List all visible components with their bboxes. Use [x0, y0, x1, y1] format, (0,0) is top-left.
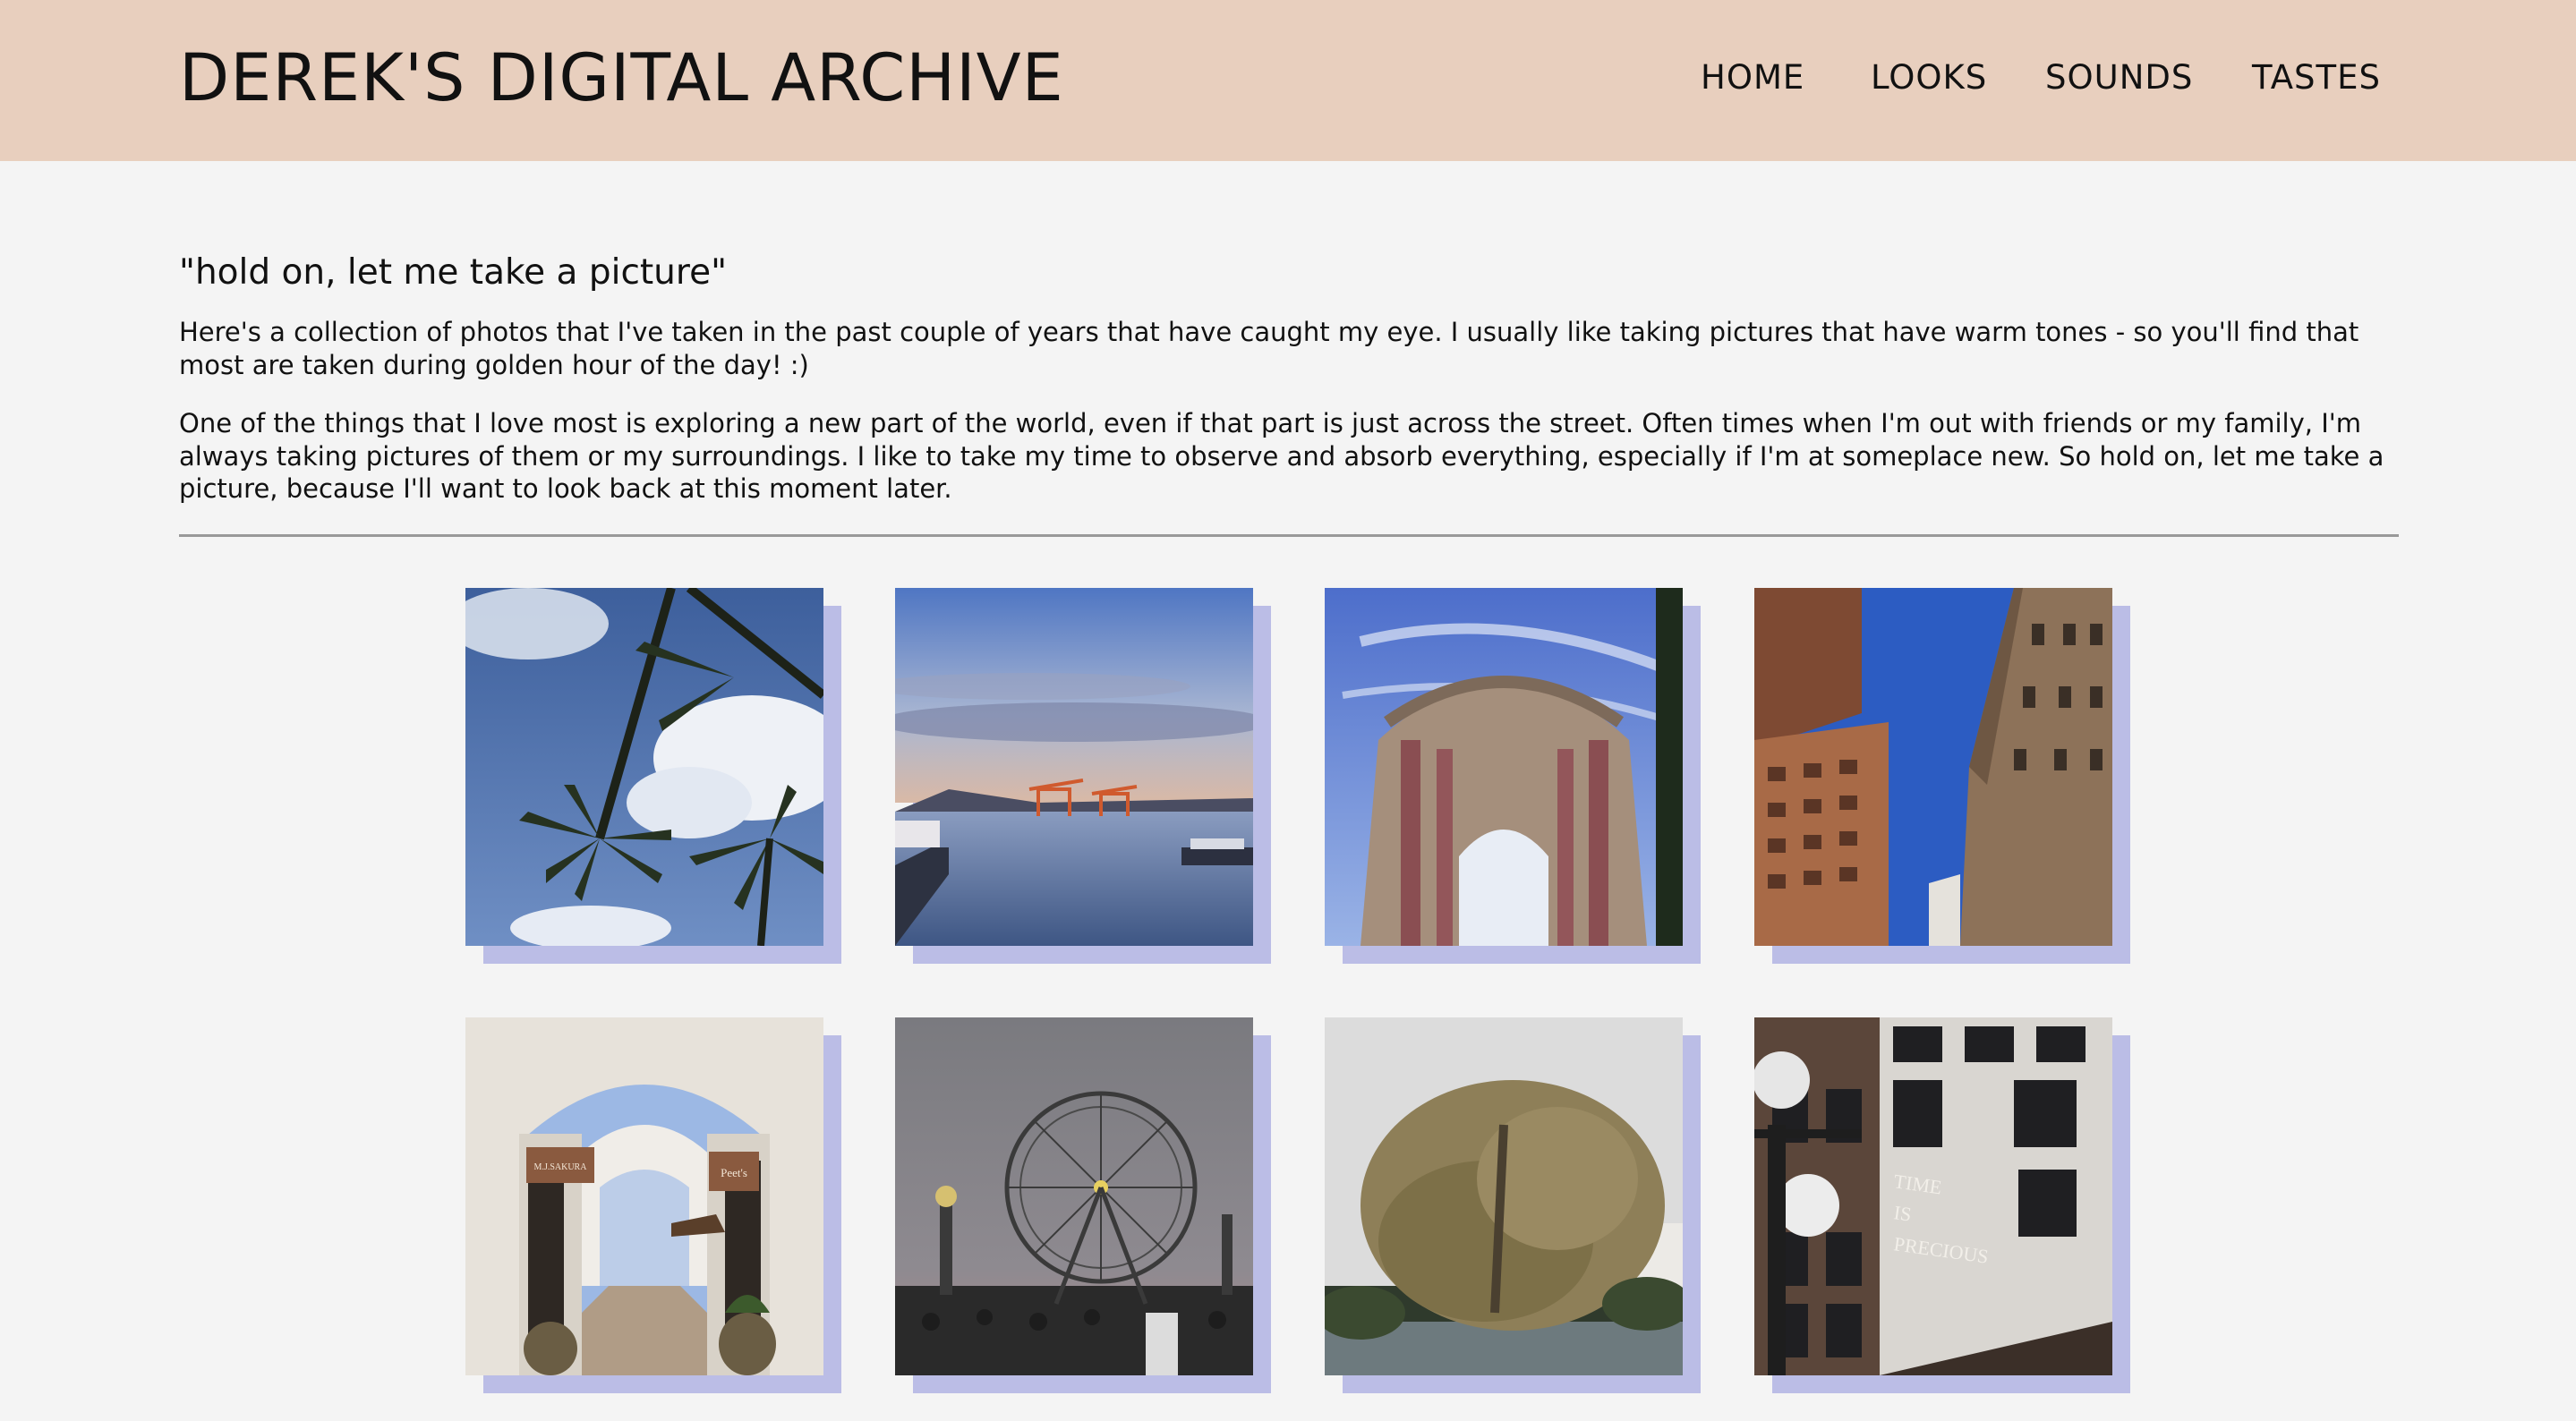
section-divider — [179, 534, 2399, 537]
photo-gallery: M.J.SAKURA Peet's TIME IS PRECIOUS — [465, 588, 2148, 1393]
site-header: DEREK'S DIGITAL ARCHIVE HOME LOOKS SOUND… — [0, 0, 2576, 161]
intro-paragraph: Here's a collection of photos that I've … — [179, 317, 2359, 380]
photo-brick-building[interactable]: TIME IS PRECIOUS — [1754, 1017, 2112, 1375]
gallery-item[interactable]: TIME IS PRECIOUS — [1754, 1017, 2130, 1393]
nav-sounds[interactable]: SOUNDS — [2045, 55, 2193, 100]
nav-looks[interactable]: LOOKS — [1871, 55, 1987, 100]
gallery-item[interactable] — [1754, 588, 2130, 964]
main-nav: HOME LOOKS SOUNDS TASTES — [1701, 55, 2417, 106]
gallery-item[interactable] — [465, 588, 841, 964]
nav-home[interactable]: HOME — [1701, 55, 1804, 100]
photo-arched-shopping-walkway[interactable]: M.J.SAKURA Peet's — [465, 1017, 823, 1375]
gallery-item[interactable] — [1325, 1017, 1701, 1393]
photo-ferris-wheel-fair[interactable] — [895, 1017, 1253, 1375]
gallery-item[interactable]: M.J.SAKURA Peet's — [465, 1017, 841, 1393]
gallery-item[interactable] — [895, 1017, 1271, 1393]
intro-section: "hold on, let me take a picture" Here's … — [179, 242, 2399, 506]
photo-harbor-cranes[interactable] — [895, 588, 1253, 946]
photo-willow-tree[interactable] — [1325, 1017, 1683, 1375]
nav-tastes[interactable]: TASTES — [2252, 55, 2381, 100]
photo-domed-rotunda[interactable] — [1325, 588, 1683, 946]
wall-text: IS — [1892, 1201, 1913, 1225]
gallery-item[interactable] — [1325, 588, 1701, 964]
site-title[interactable]: DEREK'S DIGITAL ARCHIVE — [179, 34, 1064, 123]
gallery-item[interactable] — [895, 588, 1271, 964]
photo-palm-trees[interactable] — [465, 588, 823, 946]
photo-skyscrapers[interactable] — [1754, 588, 2112, 946]
sign-text: Peet's — [721, 1166, 747, 1179]
sign-text: M.J.SAKURA — [534, 1162, 588, 1172]
intro-paragraph: One of the things that I love most is ex… — [179, 408, 2384, 504]
page-subtitle: "hold on, let me take a picture" — [179, 252, 728, 293]
